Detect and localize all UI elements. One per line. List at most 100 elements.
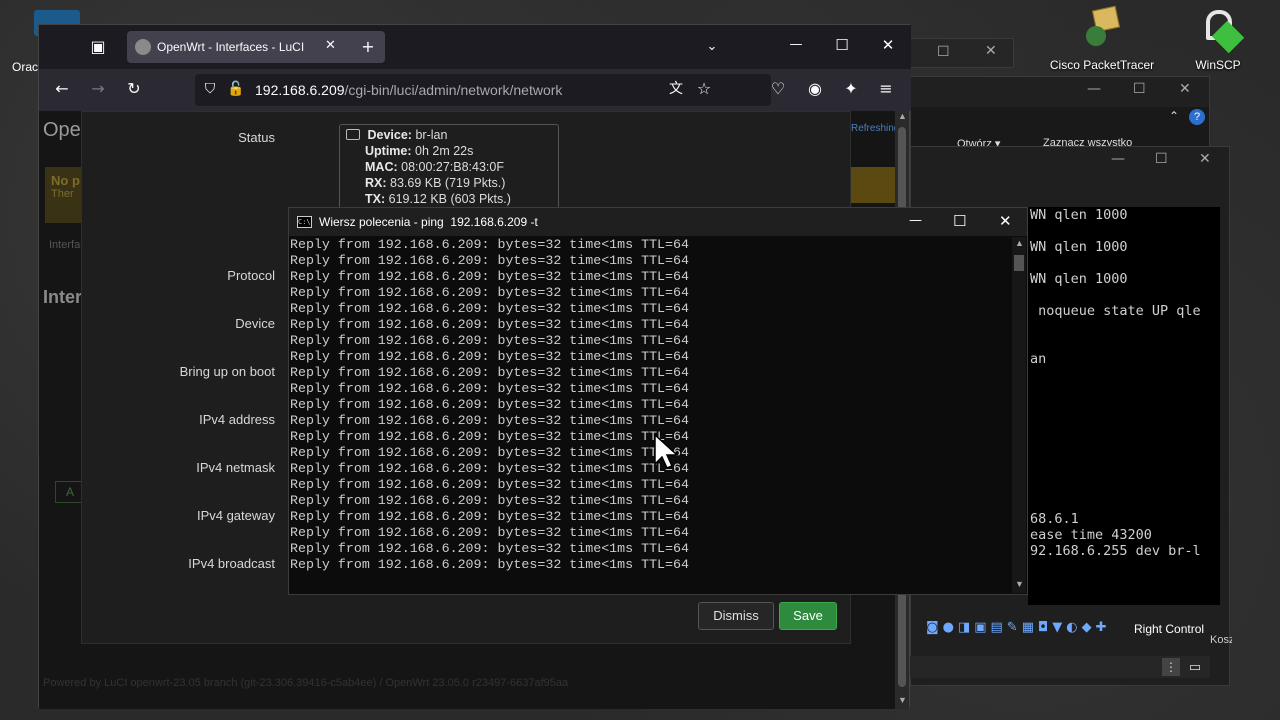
add-interface-button[interactable]: A [55, 481, 83, 503]
cmd-icon: C:\ [297, 216, 312, 228]
packettracer-icon [1082, 5, 1122, 52]
field-label-bring-up-on-boot: Bring up on boot [179, 364, 275, 379]
vm-status-icons: ◙●◨▣▤✎▦◘▼◐◆✚ [926, 620, 1111, 635]
extensions-icon[interactable]: ✦ [840, 79, 862, 101]
display-icon[interactable]: ▭ [1186, 658, 1204, 676]
maximize-icon[interactable]: ☐ [1155, 151, 1168, 167]
rx-key: RX: [365, 176, 387, 190]
cmd-window[interactable]: C:\ Wiersz polecenia - ping 192.168.6.20… [288, 207, 1028, 595]
scroll-up-icon[interactable]: ▲ [898, 111, 907, 121]
reload-icon[interactable]: ↻ [123, 79, 145, 101]
minimize-icon[interactable]: — [785, 35, 807, 57]
scroll-thumb[interactable] [1014, 255, 1024, 271]
help-icon[interactable]: ? [1189, 109, 1205, 125]
cmd-output[interactable]: Reply from 192.168.6.209: bytes=32 time<… [290, 237, 1012, 593]
bookmark-star-icon[interactable]: ☆ [693, 79, 715, 101]
maximize-icon[interactable]: ☐ [937, 44, 950, 60]
cmd-scrollbar[interactable]: ▲ ▼ [1012, 237, 1026, 593]
ping-reply-line: Reply from 192.168.6.209: bytes=32 time<… [290, 541, 689, 556]
vm-console-line: 68.6.1 [1030, 511, 1079, 527]
ping-reply-line: Reply from 192.168.6.209: bytes=32 time<… [290, 333, 689, 348]
cmd-title: Wiersz polecenia - ping 192.168.6.209 -t [319, 215, 538, 229]
tab-close-icon[interactable]: ✕ [325, 38, 336, 53]
menu-icon[interactable]: ≡ [875, 79, 897, 101]
ping-reply-line: Reply from 192.168.6.209: bytes=32 time<… [290, 445, 689, 460]
minimize-icon[interactable]: — [1087, 81, 1101, 97]
refreshing-badge: Refreshing [851, 123, 895, 134]
ping-reply-line: Reply from 192.168.6.209: bytes=32 time<… [290, 285, 689, 300]
vm-console-line: 92.168.6.255 dev br-l [1030, 543, 1201, 559]
page-footer: Powered by LuCI openwrt-23.05 branch (gi… [43, 677, 569, 689]
background-window-1: ☐ ✕ [910, 38, 1014, 68]
maximize-icon[interactable]: ☐ [1133, 81, 1146, 97]
close-icon[interactable]: ✕ [1199, 151, 1211, 167]
host-key-label: Right Control [1134, 622, 1205, 636]
chevron-up-icon[interactable]: ⌃ [1169, 109, 1179, 123]
maximize-icon[interactable]: ☐ [831, 35, 853, 57]
ping-reply-line: Reply from 192.168.6.209: bytes=32 time<… [290, 429, 689, 444]
ping-reply-line: Reply from 192.168.6.209: bytes=32 time<… [290, 509, 689, 524]
toolbar-toggle-icon[interactable]: ⋮ [1162, 658, 1180, 676]
minimize-icon[interactable]: — [909, 213, 922, 228]
tx-value: 619.12 KB (603 Pkts.) [388, 192, 511, 206]
uptime-key: Uptime: [365, 144, 412, 158]
insecure-lock-icon[interactable]: 🔓 [225, 79, 247, 101]
recycle-bin-label: Kosz [1210, 634, 1232, 646]
vm-console[interactable]: WN qlen 1000 WN qlen 1000 WN qlen 1000 n… [1028, 207, 1220, 605]
field-label-ipv4-broadcast: IPv4 broadcast [188, 556, 275, 571]
device-key: Device: [367, 128, 412, 142]
chevron-down-icon[interactable]: ⌄ [701, 37, 723, 59]
field-label-protocol: Protocol [227, 268, 275, 283]
vm-console-line: an [1030, 351, 1047, 367]
vm-console-line: WN qlen 1000 [1030, 271, 1128, 287]
breadcrumb[interactable]: Interfa [49, 239, 80, 251]
uptime-value: 0h 2m 22s [415, 144, 474, 158]
mouse-cursor-icon [654, 434, 679, 469]
account-icon[interactable]: ◉ [804, 79, 826, 101]
vm-console-line: WN qlen 1000 [1030, 207, 1128, 223]
ping-reply-line: Reply from 192.168.6.209: bytes=32 time<… [290, 397, 689, 412]
forward-icon[interactable]: → [87, 79, 109, 101]
device-value: br-lan [415, 128, 448, 142]
back-icon[interactable]: ← [51, 79, 73, 101]
winscp-icon[interactable]: WinSCP [1163, 8, 1273, 72]
save-button[interactable]: Save [779, 602, 837, 630]
translate-icon[interactable]: 文 [665, 79, 687, 101]
no-changes-banner: No p Ther [45, 167, 81, 223]
shield-icon[interactable]: ⛉ [199, 79, 221, 101]
url-bar[interactable]: ⛉ 🔓 192.168.6.209/cgi-bin/luci/admin/net… [195, 74, 771, 106]
scroll-down-icon[interactable]: ▼ [1015, 579, 1024, 589]
dismiss-button[interactable]: Dismiss [698, 602, 774, 630]
close-icon[interactable]: ✕ [877, 35, 899, 57]
nav-bar: ← → ↻ ⛉ 🔓 192.168.6.209/cgi-bin/luci/adm… [39, 69, 911, 111]
cisco-packettracer-label: Cisco PacketTracer [1049, 58, 1155, 72]
winscp-label: WinSCP [1195, 58, 1241, 72]
cmd-title-bar[interactable]: C:\ Wiersz polecenia - ping 192.168.6.20… [289, 208, 1027, 236]
scroll-up-icon[interactable]: ▲ [1015, 238, 1024, 248]
ping-reply-line: Reply from 192.168.6.209: bytes=32 time<… [290, 381, 689, 396]
vm-bottom-bar: ⋮ ▭ [910, 656, 1210, 678]
ping-reply-line: Reply from 192.168.6.209: bytes=32 time<… [290, 301, 689, 316]
pocket-icon[interactable]: ♡ [767, 79, 789, 101]
maximize-icon[interactable]: ☐ [953, 212, 966, 230]
new-tab-icon[interactable]: + [357, 37, 379, 59]
field-label-ipv4-gateway: IPv4 gateway [196, 508, 275, 523]
vm-console-line: noqueue state UP qle [1030, 303, 1201, 319]
oracle-label: Orac [12, 60, 39, 74]
minimize-icon[interactable]: — [1111, 151, 1125, 167]
ping-reply-line: Reply from 192.168.6.209: bytes=32 time<… [290, 525, 689, 540]
close-icon[interactable]: ✕ [1179, 81, 1191, 97]
ping-reply-line: Reply from 192.168.6.209: bytes=32 time<… [290, 365, 689, 380]
close-icon[interactable]: ✕ [999, 212, 1012, 230]
tab-openwrt-interfaces[interactable]: OpenWrt - Interfaces - LuCI ✕ [127, 31, 385, 63]
vm-console-line: WN qlen 1000 [1030, 239, 1128, 255]
scroll-down-icon[interactable]: ▼ [898, 695, 907, 705]
url-text[interactable]: 192.168.6.209/cgi-bin/luci/admin/network… [255, 82, 562, 98]
page-title: Ope [43, 119, 81, 141]
mac-value: 08:00:27:B8:43:0F [401, 160, 504, 174]
tab-list-icon[interactable]: ▣ [87, 37, 109, 59]
ping-reply-line: Reply from 192.168.6.209: bytes=32 time<… [290, 269, 689, 284]
ping-reply-line: Reply from 192.168.6.209: bytes=32 time<… [290, 477, 689, 492]
cisco-packettracer-icon[interactable]: Cisco PacketTracer [1047, 5, 1157, 72]
close-icon[interactable]: ✕ [985, 43, 997, 59]
